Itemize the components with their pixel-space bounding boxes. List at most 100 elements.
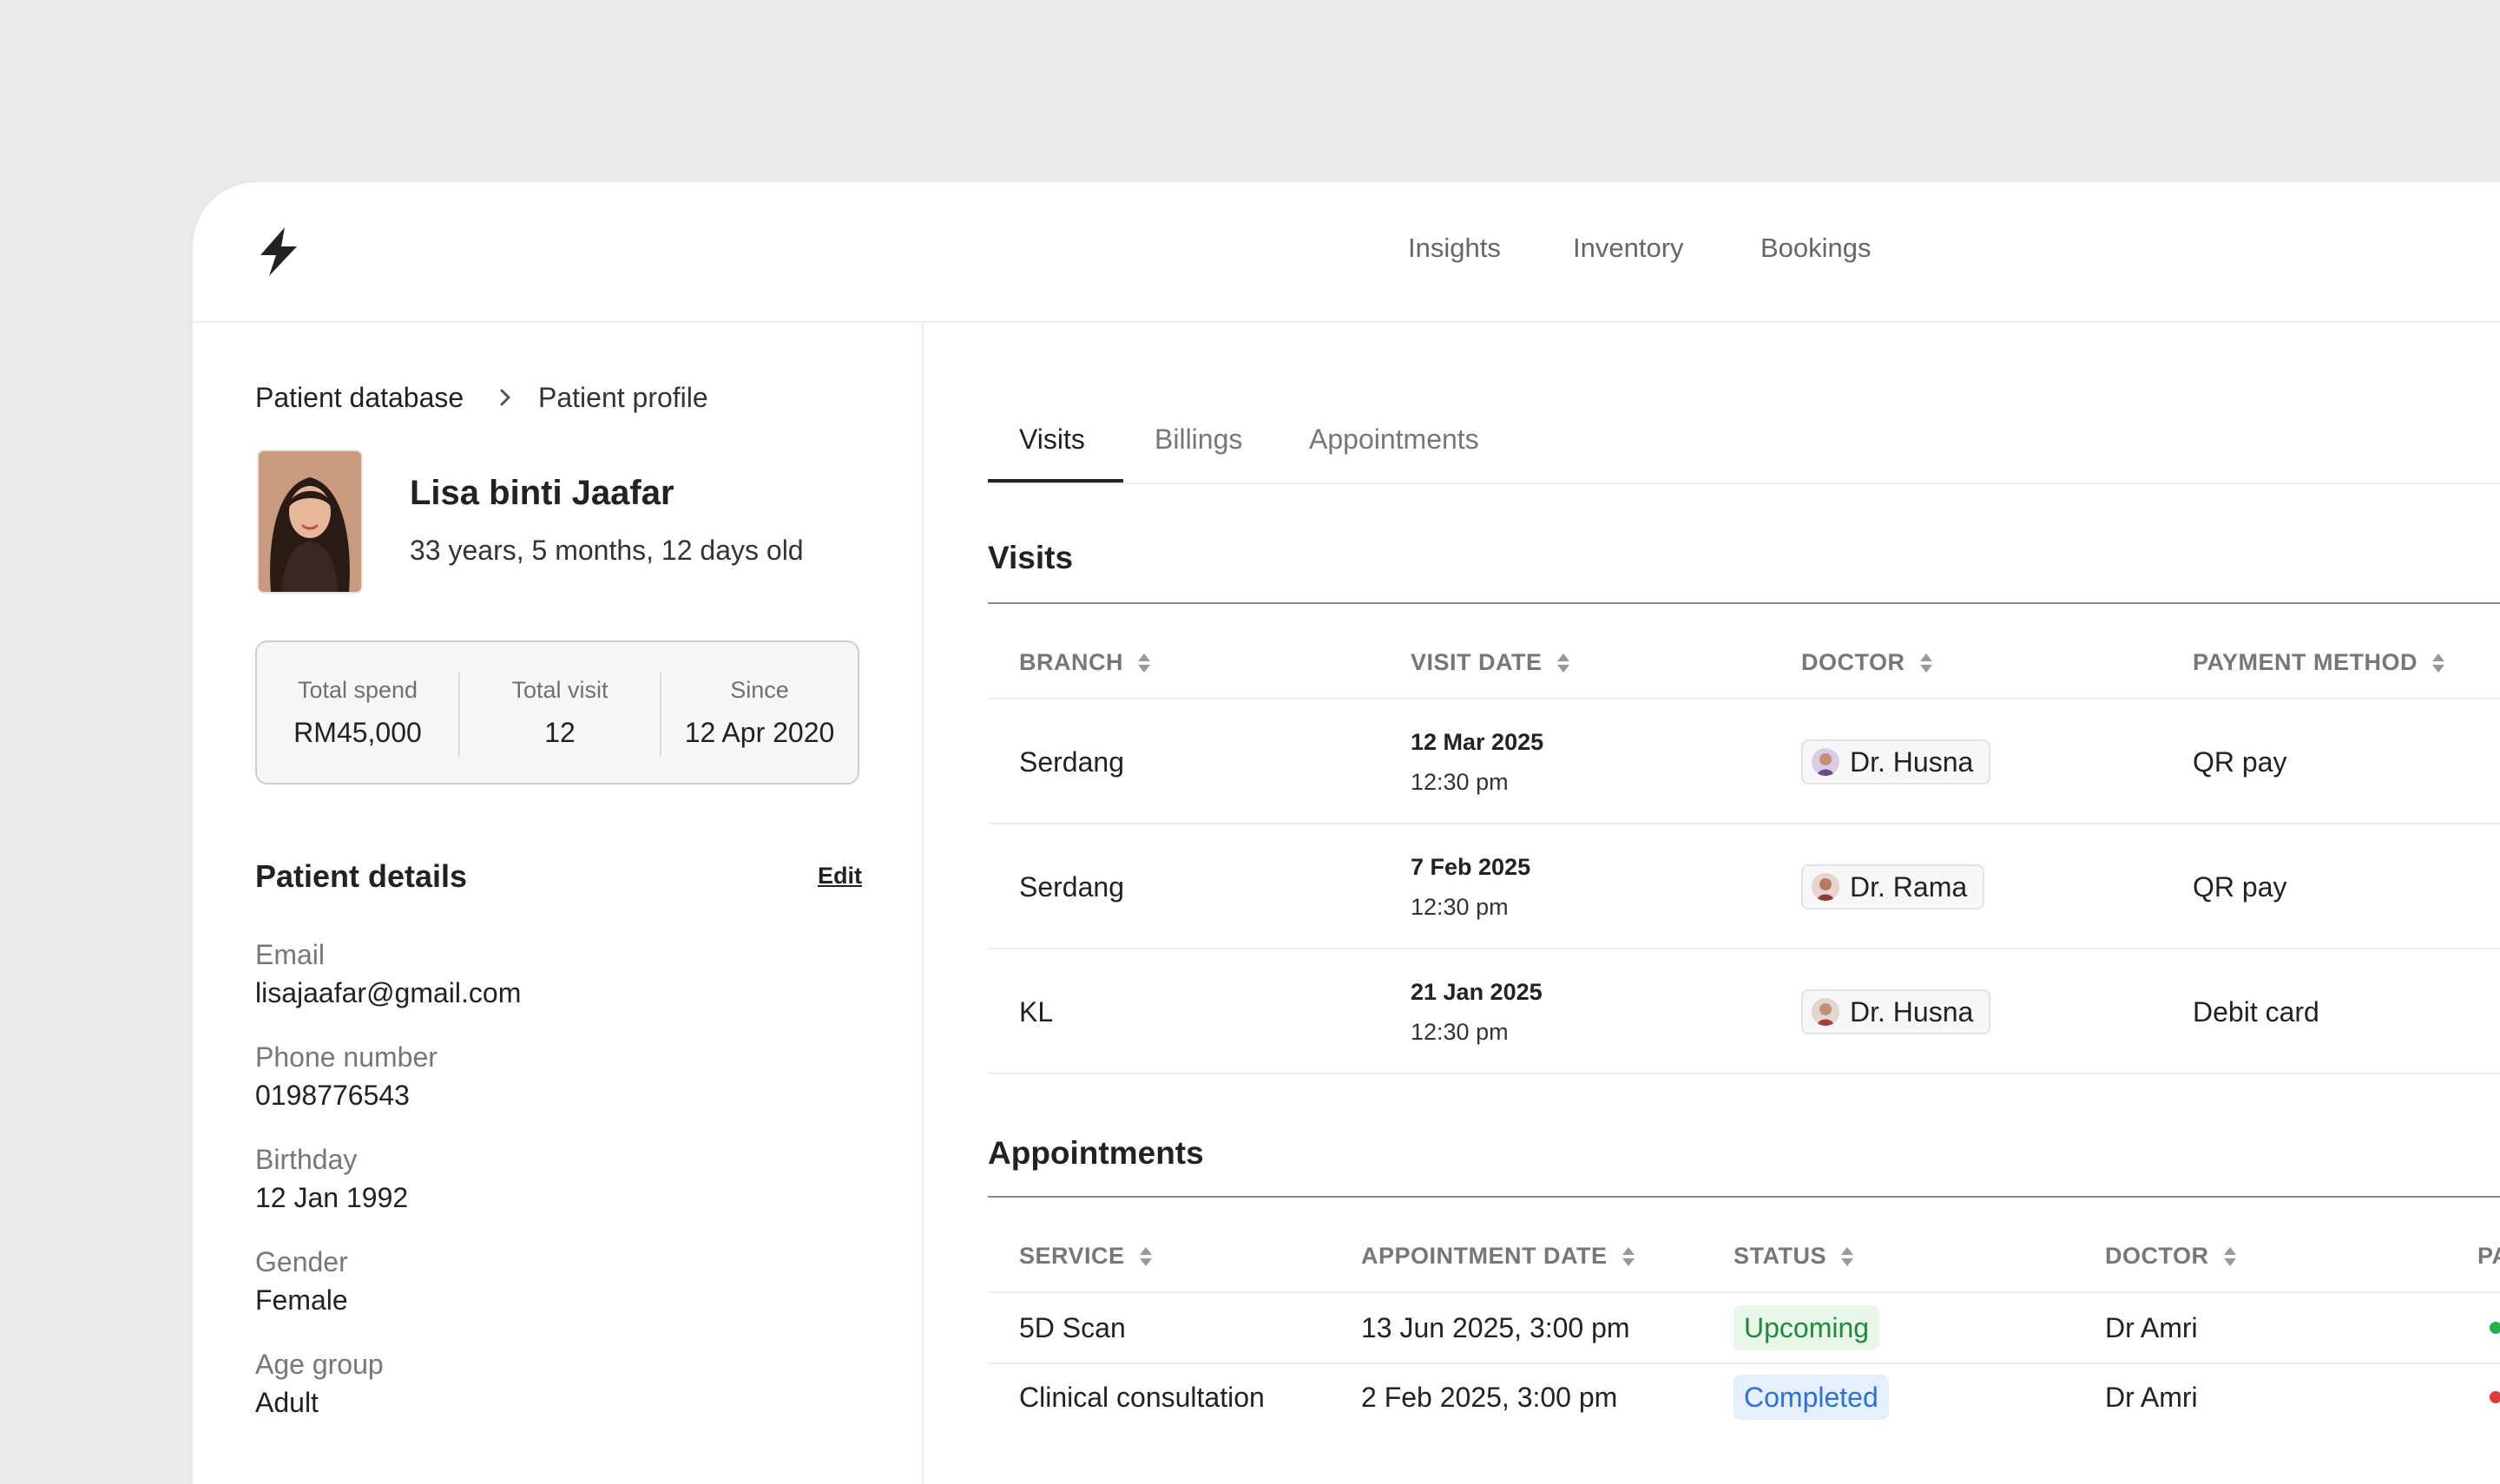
visit-date: 7 Feb 2025 xyxy=(1411,854,1531,880)
row-divider xyxy=(988,948,2500,949)
field-value-email: lisajaafar@gmail.com xyxy=(255,977,522,1008)
col-header-doctor[interactable]: DOCTOR xyxy=(2105,1244,2237,1268)
field-label-birthday: Birthday xyxy=(255,1144,358,1175)
nav-bookings[interactable]: Bookings xyxy=(1760,234,1872,261)
visit-branch: Serdang xyxy=(1019,746,1124,778)
doctor-chip[interactable]: Dr. Husna xyxy=(1801,989,1991,1034)
col-header-label: PAYMENT METHOD xyxy=(2193,649,2418,675)
field-value-birthday: 12 Jan 1992 xyxy=(255,1182,409,1213)
status-dot xyxy=(2490,1391,2500,1403)
col-header-label: STATUS xyxy=(1734,1243,1826,1269)
row-divider xyxy=(988,698,2500,699)
visits-title: Visits xyxy=(988,540,1074,575)
field-value-gender: Female xyxy=(255,1284,348,1316)
col-header-label: BRANCH xyxy=(1019,649,1123,675)
sort-icon xyxy=(1139,1246,1152,1266)
stat-value: 12 Apr 2020 xyxy=(684,717,835,748)
sort-icon xyxy=(1622,1246,1635,1266)
tab-visits[interactable]: Visits xyxy=(1019,425,1085,453)
field-label-age-group: Age group xyxy=(255,1349,384,1380)
stat-label: Since xyxy=(730,677,789,703)
col-header-label: DOCTOR xyxy=(1801,649,1905,675)
visit-time: 12:30 pm xyxy=(1411,1019,1509,1045)
doctor-chip[interactable]: Dr. Rama xyxy=(1801,864,1985,909)
appointment-date: 2 Feb 2025, 3:00 pm xyxy=(1361,1382,1618,1413)
edit-details-link[interactable]: Edit xyxy=(818,864,862,888)
patient-age: 33 years, 5 months, 12 days old xyxy=(410,535,804,566)
appointments-title: Appointments xyxy=(988,1135,1204,1171)
stat-since: Since 12 Apr 2020 xyxy=(661,642,858,783)
col-header-service[interactable]: SERVICE xyxy=(1019,1244,1153,1268)
bolt-logo-icon[interactable] xyxy=(255,226,302,278)
row-divider xyxy=(988,823,2500,824)
col-header-appointment-date[interactable]: APPOINTMENT DATE xyxy=(1361,1244,1635,1268)
doctor-avatar xyxy=(1812,873,1839,901)
nav-inventory[interactable]: Inventory xyxy=(1573,234,1684,261)
patient-avatar xyxy=(257,450,363,594)
col-header-label: PA xyxy=(2477,1243,2500,1269)
status-badge: Completed xyxy=(1734,1375,1889,1420)
stat-value: RM45,000 xyxy=(293,717,422,748)
sort-icon xyxy=(1556,653,1569,673)
breadcrumb-current: Patient profile xyxy=(538,382,708,413)
row-divider xyxy=(988,1073,2500,1074)
appointment-date: 13 Jun 2025, 3:00 pm xyxy=(1361,1312,1630,1343)
breadcrumb-patient-database[interactable]: Patient database xyxy=(255,384,464,411)
doctor-name: Dr. Rama xyxy=(1850,870,1968,903)
doctor-avatar xyxy=(1812,748,1839,776)
row-divider xyxy=(988,1291,2500,1293)
active-tab-indicator xyxy=(988,479,1123,483)
col-header-doctor[interactable]: DOCTOR xyxy=(1801,651,1933,674)
sort-icon xyxy=(1841,1246,1853,1266)
field-label-gender: Gender xyxy=(255,1246,348,1277)
doctor-name: Dr. Husna xyxy=(1850,995,1974,1028)
col-header-label: APPOINTMENT DATE xyxy=(1361,1243,1608,1269)
doctor-avatar xyxy=(1812,998,1839,1026)
col-header-payment-truncated[interactable]: PA xyxy=(2477,1244,2500,1268)
appointment-doctor: Dr Amri xyxy=(2105,1382,2198,1413)
appointment-service: 5D Scan xyxy=(1019,1312,1126,1343)
visit-time: 12:30 pm xyxy=(1411,894,1509,920)
tab-appointments[interactable]: Appointments xyxy=(1309,425,1479,453)
stat-total-visit: Total visit 12 xyxy=(460,642,660,783)
doctor-name: Dr. Husna xyxy=(1850,745,1974,778)
top-bar: Insights Inventory Bookings xyxy=(193,182,2500,323)
stat-label: Total spend xyxy=(297,677,418,703)
section-divider xyxy=(988,602,2500,604)
sort-icon xyxy=(2432,653,2445,673)
visit-branch: KL xyxy=(1019,996,1054,1028)
status-dot xyxy=(2490,1322,2500,1334)
col-header-status[interactable]: STATUS xyxy=(1734,1244,1854,1268)
visit-payment: Debit card xyxy=(2193,996,2319,1028)
col-header-visit-date[interactable]: VISIT DATE xyxy=(1411,651,1570,674)
patient-details-title: Patient details xyxy=(255,858,468,894)
patient-name: Lisa binti Jaafar xyxy=(410,474,674,512)
visit-date: 12 Mar 2025 xyxy=(1411,729,1544,755)
nav-insights[interactable]: Insights xyxy=(1408,234,1501,261)
patient-stats-card: Total spend RM45,000 Total visit 12 Sinc… xyxy=(255,640,859,785)
tab-billings[interactable]: Billings xyxy=(1155,425,1242,453)
sort-icon xyxy=(1919,653,1932,673)
field-value-age-group: Adult xyxy=(255,1387,319,1418)
section-divider xyxy=(988,1196,2500,1198)
stat-total-spend: Total spend RM45,000 xyxy=(257,642,458,783)
stat-label: Total visit xyxy=(511,677,609,703)
app-window: Insights Inventory Bookings Patient data… xyxy=(193,182,2500,1484)
col-header-payment-method[interactable]: PAYMENT METHOD xyxy=(2193,651,2445,674)
col-header-label: SERVICE xyxy=(1019,1243,1125,1269)
tabs-divider xyxy=(988,483,2500,484)
col-header-branch[interactable]: BRANCH xyxy=(1019,651,1151,674)
chevron-right-icon xyxy=(500,389,510,406)
field-label-phone: Phone number xyxy=(255,1041,438,1073)
visit-payment: QR pay xyxy=(2193,746,2287,778)
status-badge: Upcoming xyxy=(1734,1305,1880,1350)
visit-branch: Serdang xyxy=(1019,871,1124,903)
appointment-doctor: Dr Amri xyxy=(2105,1312,2198,1343)
visit-date: 21 Jan 2025 xyxy=(1411,979,1543,1005)
row-divider xyxy=(988,1363,2500,1364)
doctor-chip[interactable]: Dr. Husna xyxy=(1801,739,1991,785)
patient-sidebar: Patient database Patient profile Lisa bi… xyxy=(193,323,924,1484)
sort-icon xyxy=(1138,653,1150,673)
visit-time: 12:30 pm xyxy=(1411,769,1509,795)
col-header-label: VISIT DATE xyxy=(1411,649,1543,675)
